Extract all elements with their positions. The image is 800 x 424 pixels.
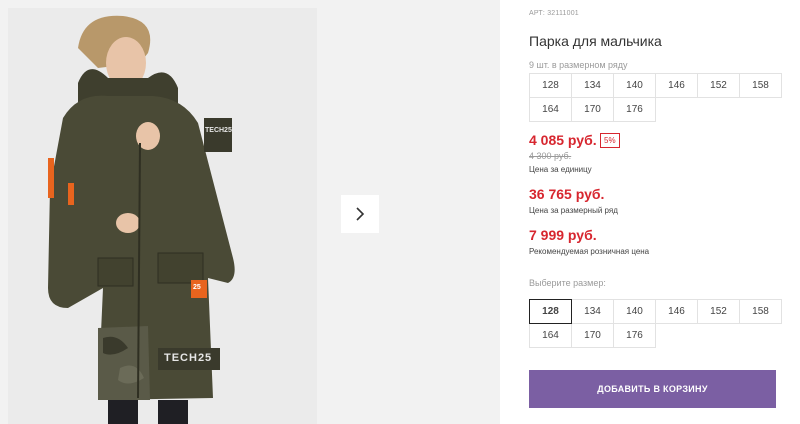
size-option-176[interactable]: 176 [613,323,656,348]
pack-size: 140 [613,73,656,98]
old-price: 4 300 руб. [529,151,572,161]
add-to-cart-button[interactable]: ДОБАВИТЬ В КОРЗИНУ [529,370,776,408]
pack-size: 146 [655,73,698,98]
choose-size-label: Выберите размер: [529,278,606,288]
size-option-128[interactable]: 128 [529,299,572,324]
size-option-164[interactable]: 164 [529,323,572,348]
pack-size: 134 [571,73,614,98]
product-photo: TECH25 TECH25 25 [8,8,317,424]
discount-badge: 5% [600,133,620,148]
gallery-next-button[interactable] [341,195,379,233]
product-sku: АРТ: 32111001 [529,10,579,17]
retail-price-label: Рекомендуемая розничная цена [529,247,650,256]
chevron-right-icon [356,207,365,221]
product-title: Парка для мальчика [529,33,662,49]
pack-size: 176 [613,97,656,122]
product-photo-illustration [8,8,317,424]
size-option-152[interactable]: 152 [697,299,740,324]
orange-patch-text: 25 [193,284,201,291]
pack-size-list: 128 134 140 146 152 158 164 170 176 [529,73,782,122]
size-option-170[interactable]: 170 [571,323,614,348]
pack-price: 36 765 руб. [529,186,605,202]
unit-price: 4 085 руб. [529,132,597,148]
jacket-print-text: TECH25 [164,352,213,364]
pack-size: 152 [697,73,740,98]
pack-size: 158 [739,73,782,98]
size-option-158[interactable]: 158 [739,299,782,324]
unit-price-label: Цена за единицу [529,165,592,174]
pack-size: 128 [529,73,572,98]
sleeve-print-text: TECH25 [205,127,232,134]
pack-size: 164 [529,97,572,122]
size-option-134[interactable]: 134 [571,299,614,324]
product-info: АРТ: 32111001 Парка для мальчика 9 шт. в… [529,0,789,424]
size-option-140[interactable]: 140 [613,299,656,324]
size-option-146[interactable]: 146 [655,299,698,324]
pack-size: 170 [571,97,614,122]
pack-price-label: Цена за размерный ряд [529,206,618,215]
size-selector: 128 134 140 146 152 158 164 170 176 [529,299,782,348]
pack-note: 9 шт. в размерном ряду [529,60,628,70]
retail-price: 7 999 руб. [529,227,597,243]
product-gallery: TECH25 TECH25 25 [0,0,500,424]
